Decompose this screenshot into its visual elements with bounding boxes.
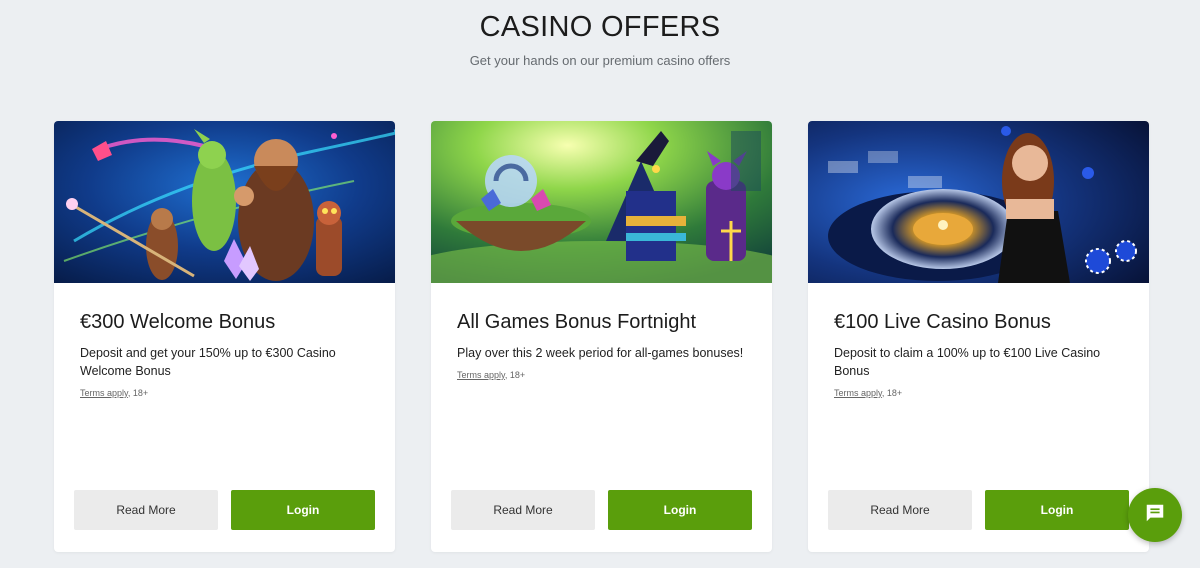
offer-terms: Terms apply, 18+ bbox=[80, 388, 369, 398]
offer-actions: Read More Login bbox=[74, 490, 375, 530]
login-button[interactable]: Login bbox=[985, 490, 1129, 530]
page-header: CASINO OFFERS Get your hands on our prem… bbox=[0, 0, 1200, 70]
chat-button[interactable] bbox=[1128, 488, 1182, 542]
offer-image-fantasy-characters[interactable] bbox=[54, 121, 395, 283]
offer-title: €300 Welcome Bonus bbox=[80, 311, 276, 333]
offer-actions: Read More Login bbox=[451, 490, 752, 530]
login-button[interactable]: Login bbox=[608, 490, 752, 530]
chat-icon bbox=[1144, 502, 1166, 529]
age-restriction: , 18+ bbox=[504, 370, 526, 380]
page-title: CASINO OFFERS bbox=[479, 11, 721, 43]
offer-card-all-games-bonus: All Games Bonus Fortnight Play over this… bbox=[431, 121, 772, 552]
login-button[interactable]: Login bbox=[231, 490, 375, 530]
offer-description: Play over this 2 week period for all-gam… bbox=[457, 346, 744, 360]
offer-card-live-casino-bonus: €100 Live Casino Bonus Deposit to claim … bbox=[808, 121, 1149, 552]
read-more-button[interactable]: Read More bbox=[74, 490, 218, 530]
age-restriction: , 18+ bbox=[881, 388, 903, 398]
offer-description: Deposit to claim a 100% up to €100 Live … bbox=[834, 346, 1101, 378]
offer-actions: Read More Login bbox=[828, 490, 1129, 530]
offer-title: All Games Bonus Fortnight bbox=[457, 311, 696, 333]
age-restriction: , 18+ bbox=[127, 388, 149, 398]
read-more-button[interactable]: Read More bbox=[451, 490, 595, 530]
terms-link[interactable]: Terms apply bbox=[80, 388, 128, 398]
offer-terms: Terms apply, 18+ bbox=[834, 388, 1123, 398]
page-subtitle: Get your hands on our premium casino off… bbox=[469, 53, 731, 68]
offer-title: €100 Live Casino Bonus bbox=[834, 311, 1051, 333]
offer-image-live-dealer[interactable] bbox=[808, 121, 1149, 283]
offer-cards: €300 Welcome Bonus Deposit and get your … bbox=[54, 121, 1149, 552]
terms-link[interactable]: Terms apply bbox=[834, 388, 882, 398]
read-more-button[interactable]: Read More bbox=[828, 490, 972, 530]
offer-description: Deposit and get your 150% up to €300 Cas… bbox=[80, 346, 336, 378]
offer-terms: Terms apply, 18+ bbox=[457, 370, 746, 380]
offer-image-egyptian-island[interactable] bbox=[431, 121, 772, 283]
terms-link[interactable]: Terms apply bbox=[457, 370, 505, 380]
offer-card-welcome-bonus: €300 Welcome Bonus Deposit and get your … bbox=[54, 121, 395, 552]
